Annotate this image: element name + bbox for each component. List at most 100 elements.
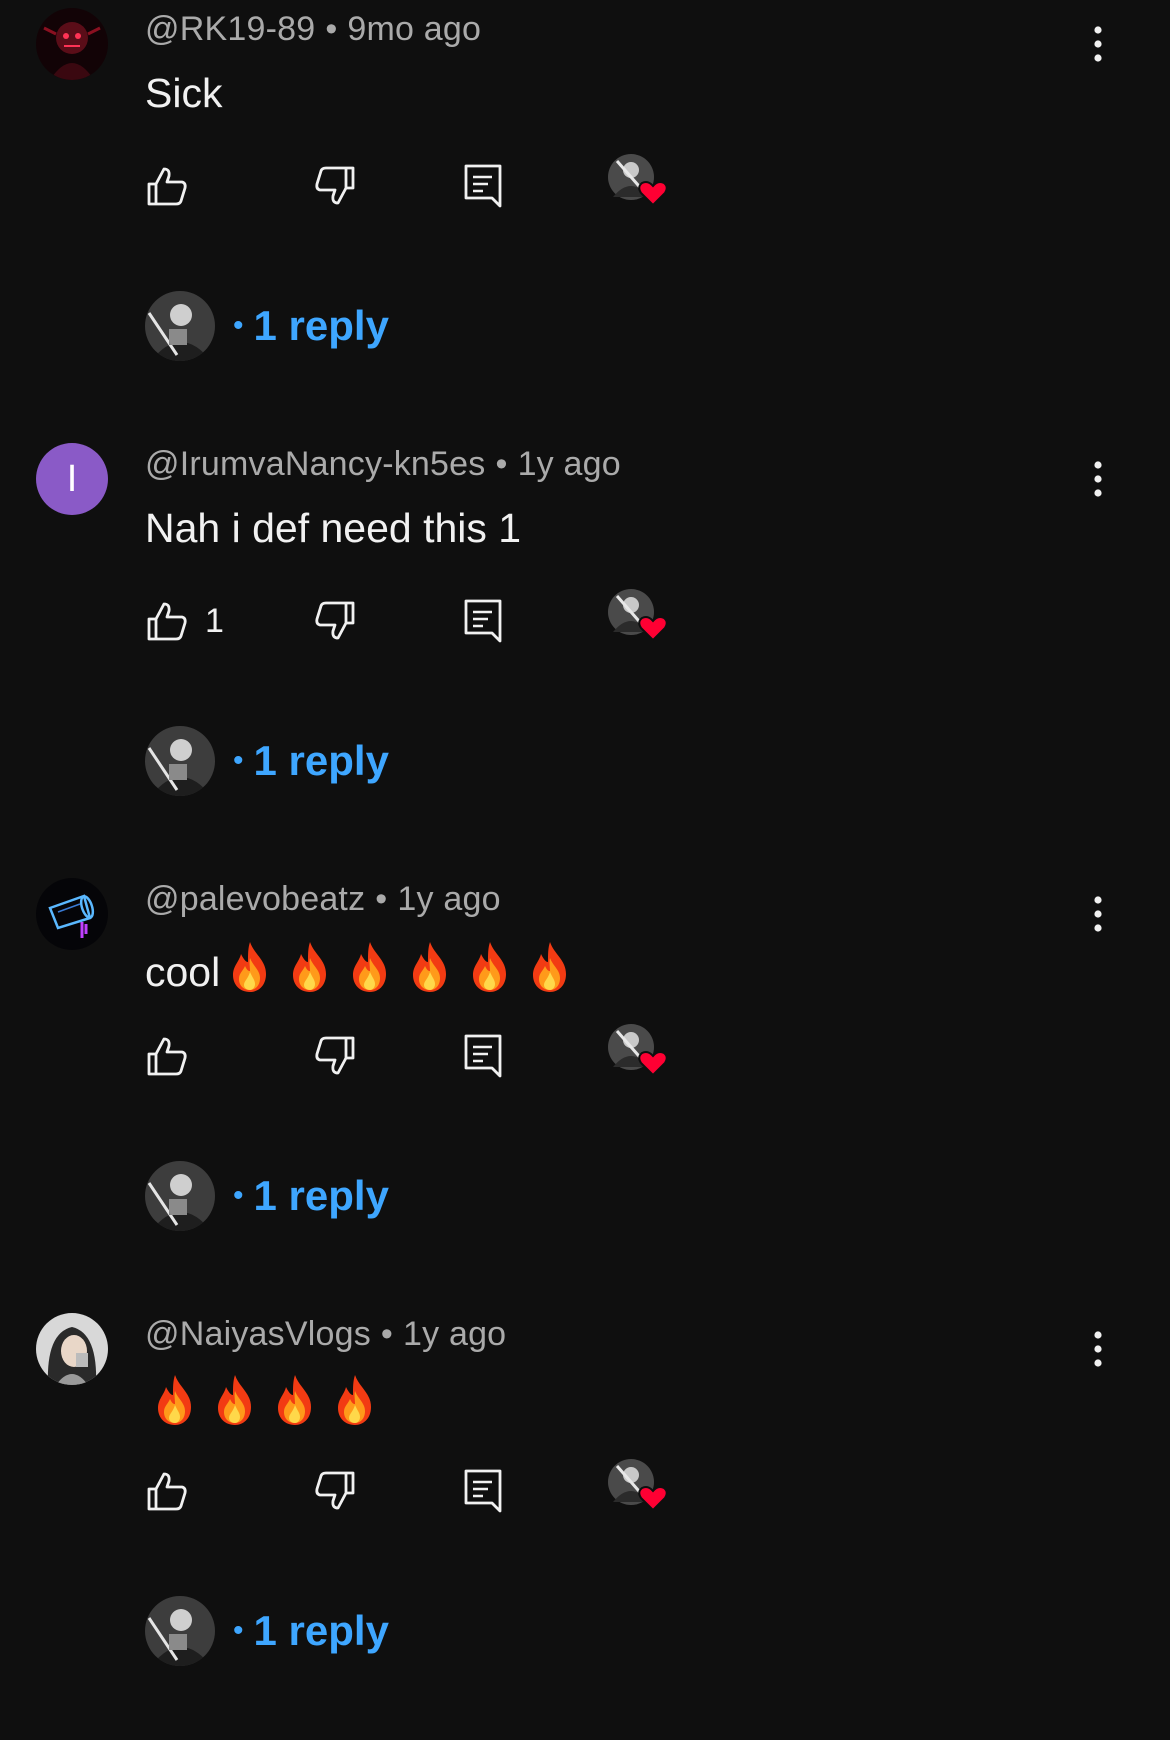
comment-time: 1y ago xyxy=(397,880,501,918)
comment-item: @RK19-89 • 9mo ago Sick • 1 reply xyxy=(0,0,1170,435)
more-vert-icon[interactable] xyxy=(1086,24,1110,68)
comment-author[interactable]: @NaiyasVlogs xyxy=(145,1315,371,1353)
comment-item: @palevobeatz • 1y ago cool • 1 reply xyxy=(0,870,1170,1305)
fire-emoji xyxy=(466,940,514,994)
comment-actions xyxy=(145,1024,705,1088)
more-vert-icon[interactable] xyxy=(1086,894,1110,938)
fire-emoji xyxy=(211,1373,259,1427)
meta-separator: • xyxy=(375,880,388,918)
comment-time: 9mo ago xyxy=(347,10,482,48)
dislike-button[interactable] xyxy=(313,158,357,214)
comment-text-content: Sick xyxy=(145,70,223,116)
fire-emoji xyxy=(406,940,454,994)
meta-separator: • xyxy=(495,445,508,483)
like-button[interactable] xyxy=(145,1463,205,1519)
comment-text-content: Nah i def need this 1 xyxy=(145,505,522,551)
dislike-button[interactable] xyxy=(313,1463,357,1519)
thumb-up-icon xyxy=(147,1037,187,1076)
fire-emoji xyxy=(226,940,274,994)
like-button[interactable] xyxy=(145,1028,205,1084)
fire-emoji xyxy=(526,940,574,994)
thumb-down-icon xyxy=(315,1471,355,1510)
comment-text-content: cool xyxy=(145,948,221,995)
thumb-down-icon xyxy=(315,601,355,640)
comment-meta: @IrumvaNancy-kn5es • 1y ago xyxy=(145,445,621,484)
thumb-up-icon xyxy=(147,167,187,206)
commenter-avatar[interactable]: I xyxy=(36,443,108,515)
creator-heart-badge xyxy=(607,154,669,210)
comment-text: Nah i def need this 1 xyxy=(145,505,521,552)
comment-text: Sick xyxy=(145,70,222,117)
reply-icon xyxy=(464,599,502,643)
reply-dot: • xyxy=(233,309,244,342)
fire-emoji xyxy=(151,1373,199,1427)
thumb-up-icon xyxy=(147,602,187,641)
comment-item: @NaiyasVlogs • 1y ago • 1 reply xyxy=(0,1305,1170,1740)
comment-actions xyxy=(145,1459,705,1523)
comment-author[interactable]: @IrumvaNancy-kn5es xyxy=(145,445,485,483)
more-vert-icon[interactable] xyxy=(1086,1329,1110,1373)
comment-time: 1y ago xyxy=(517,445,621,483)
reply-button[interactable] xyxy=(463,158,503,214)
reply-button[interactable] xyxy=(463,1463,503,1519)
comment-meta: @palevobeatz • 1y ago xyxy=(145,880,501,919)
comment-actions xyxy=(145,154,705,218)
creator-heart-badge xyxy=(607,1459,669,1515)
creator-heart-badge xyxy=(607,589,669,645)
comment-actions: 1 xyxy=(145,589,705,653)
reply-dot: • xyxy=(233,1614,244,1647)
fire-emoji xyxy=(346,940,394,994)
fire-emoji-group xyxy=(151,1373,391,1437)
reply-count-label: 1 reply xyxy=(253,302,389,349)
creator-heart-badge xyxy=(607,1024,669,1080)
commenter-avatar[interactable] xyxy=(36,878,108,950)
creator-heart-icon xyxy=(608,1024,668,1077)
reply-count-label: 1 reply xyxy=(253,1607,389,1654)
view-replies-button[interactable]: • 1 reply xyxy=(145,725,389,797)
like-button[interactable] xyxy=(145,158,205,214)
comment-time: 1y ago xyxy=(403,1315,507,1353)
creator-heart-icon xyxy=(608,154,668,207)
fire-emoji-group xyxy=(226,940,586,1004)
reply-button[interactable] xyxy=(463,593,503,649)
reply-author-avatar xyxy=(145,1161,215,1231)
reply-dot: • xyxy=(233,744,244,777)
comment-meta: @NaiyasVlogs • 1y ago xyxy=(145,1315,506,1354)
creator-heart-icon xyxy=(608,1459,668,1512)
reply-button[interactable] xyxy=(463,1028,503,1084)
reply-author-avatar xyxy=(145,726,215,796)
reply-icon xyxy=(464,1034,502,1078)
fire-emoji xyxy=(271,1373,319,1427)
comment-text xyxy=(145,1373,391,1437)
reply-icon xyxy=(464,164,502,208)
like-count: 1 xyxy=(205,601,224,640)
reply-icon xyxy=(464,1469,502,1513)
view-replies-button[interactable]: • 1 reply xyxy=(145,1160,389,1232)
more-vert-icon[interactable] xyxy=(1086,459,1110,503)
reply-count-label: 1 reply xyxy=(253,737,389,784)
thumb-down-icon xyxy=(315,1036,355,1075)
fire-emoji xyxy=(286,940,334,994)
comment-meta: @RK19-89 • 9mo ago xyxy=(145,10,481,49)
comment-text: cool xyxy=(145,940,586,1004)
thumb-up-icon xyxy=(147,1472,187,1511)
reply-author-avatar xyxy=(145,291,215,361)
comment-item: I @IrumvaNancy-kn5es • 1y ago Nah i def ne… xyxy=(0,435,1170,870)
commenter-avatar[interactable] xyxy=(36,8,108,80)
dislike-button[interactable] xyxy=(313,1028,357,1084)
view-replies-button[interactable]: • 1 reply xyxy=(145,1595,389,1667)
view-replies-button[interactable]: • 1 reply xyxy=(145,290,389,362)
reply-dot: • xyxy=(233,1179,244,1212)
commenter-avatar[interactable] xyxy=(36,1313,108,1385)
fire-emoji xyxy=(331,1373,379,1427)
dislike-button[interactable] xyxy=(313,593,357,649)
creator-heart-icon xyxy=(608,589,668,642)
meta-separator: • xyxy=(380,1315,393,1353)
thumb-down-icon xyxy=(315,166,355,205)
like-button[interactable]: 1 xyxy=(145,593,224,649)
meta-separator: • xyxy=(325,10,338,48)
comment-author[interactable]: @palevobeatz xyxy=(145,880,365,918)
reply-author-avatar xyxy=(145,1596,215,1666)
comment-author[interactable]: @RK19-89 xyxy=(145,10,315,48)
reply-count-label: 1 reply xyxy=(253,1172,389,1219)
